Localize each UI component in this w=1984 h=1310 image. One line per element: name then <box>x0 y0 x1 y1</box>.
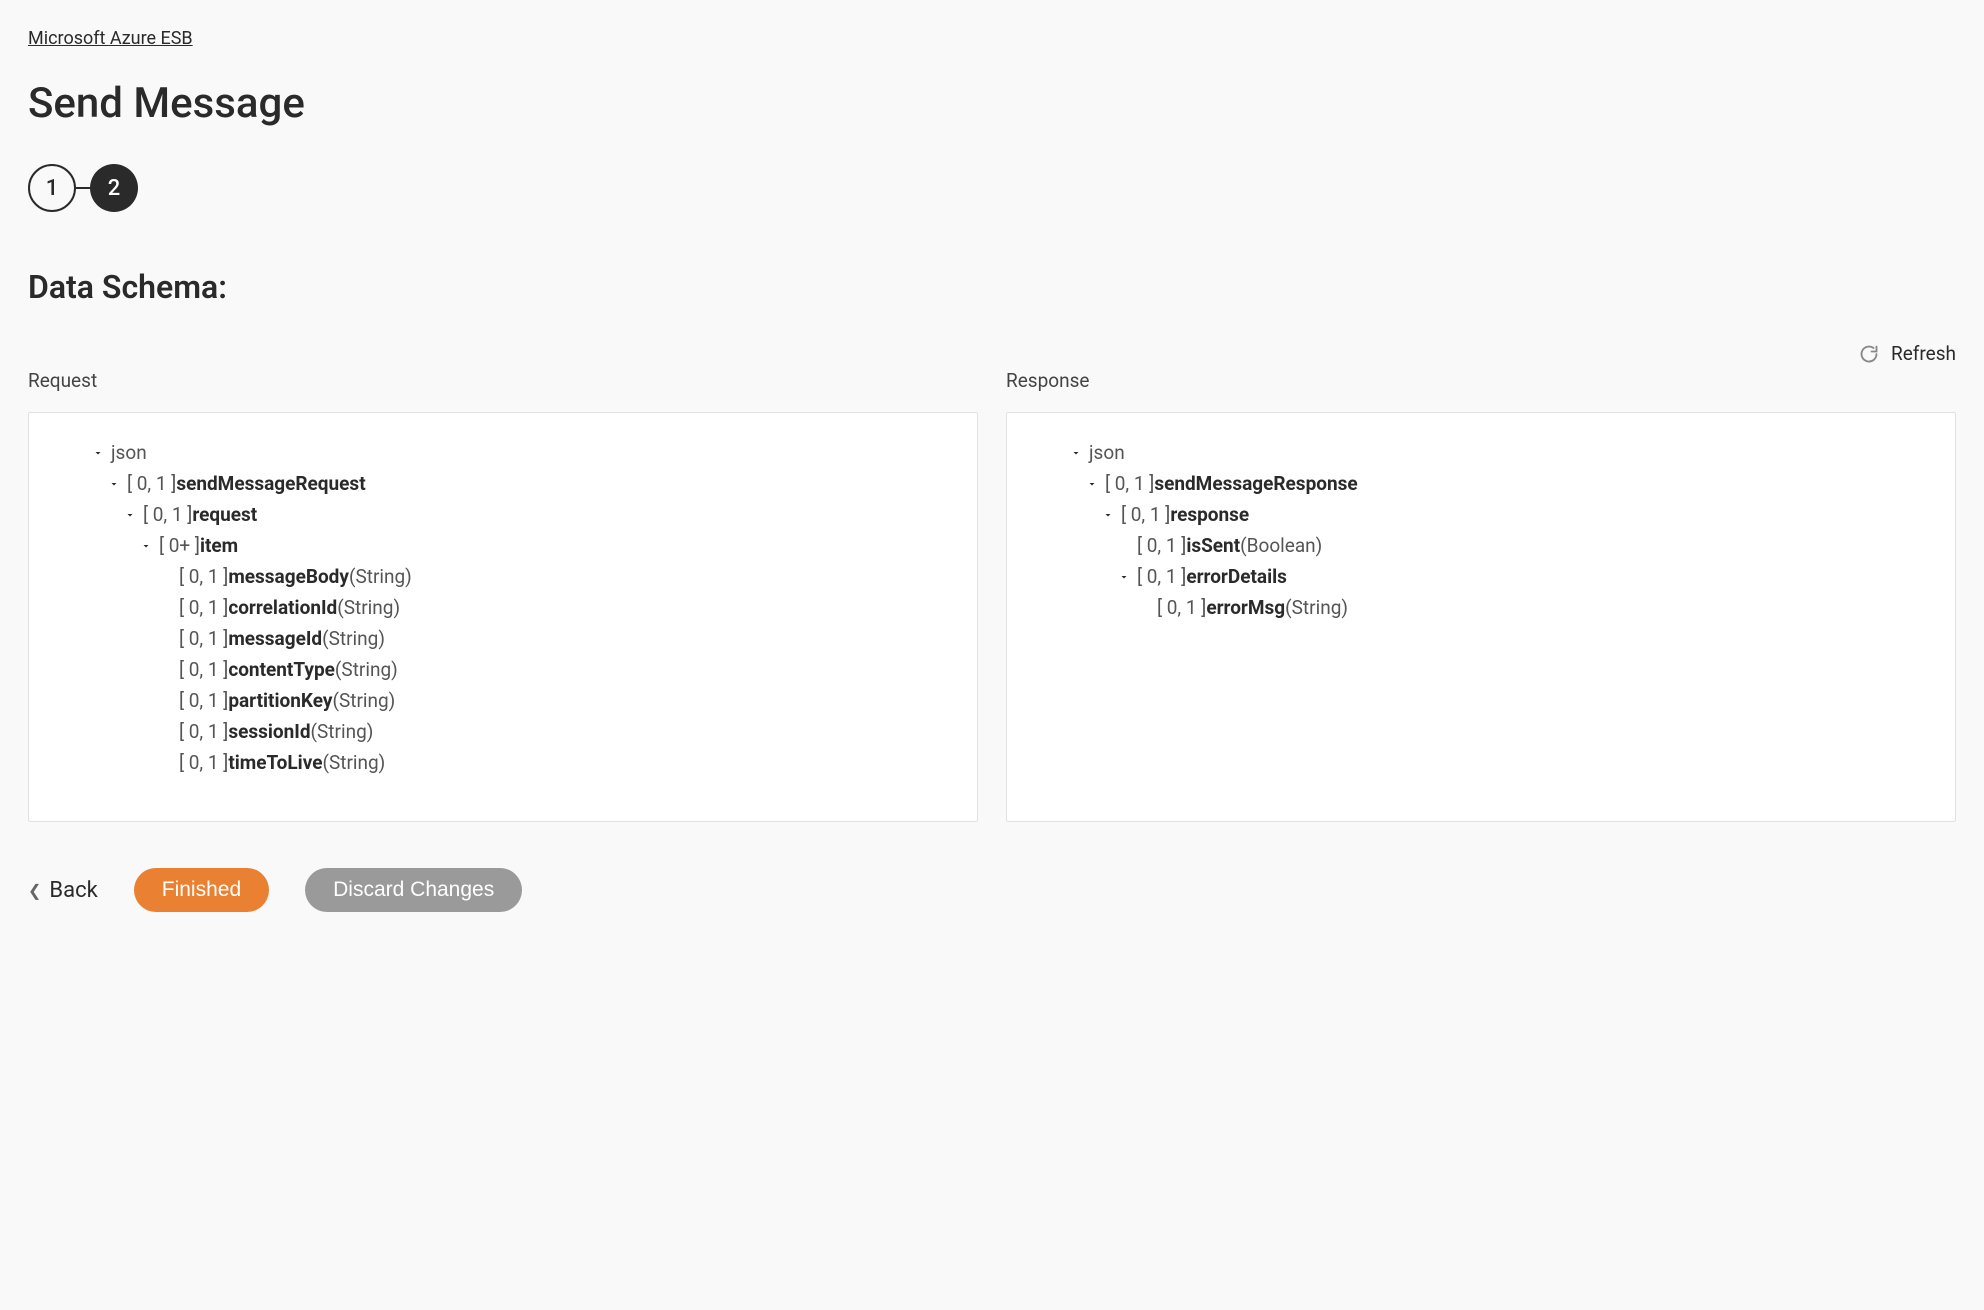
chevron-down-icon[interactable] <box>1067 447 1085 459</box>
cardinality: [ 0, 1 ] <box>179 753 228 772</box>
chevron-down-icon[interactable] <box>105 478 123 490</box>
node-name: item <box>200 536 238 555</box>
node-type: (String) <box>311 722 374 741</box>
request-panel-label: Request <box>28 369 978 392</box>
node-type: (String) <box>337 598 400 617</box>
node-name: errorDetails <box>1186 567 1287 586</box>
finished-button[interactable]: Finished <box>134 868 269 912</box>
chevron-left-icon: ❮ <box>28 881 41 900</box>
node-name: json <box>111 443 147 462</box>
step-connector <box>76 187 90 189</box>
node-type: (String) <box>322 753 385 772</box>
tree-row[interactable]: [ 0, 1 ] sendMessageResponse <box>1007 468 1955 499</box>
tree-row[interactable]: [ 0, 1 ] contentType (String) <box>29 654 977 685</box>
cardinality: [ 0, 1 ] <box>179 722 228 741</box>
node-name: response <box>1170 505 1249 524</box>
tree-row[interactable]: [ 0, 1 ] isSent (Boolean) <box>1007 530 1955 561</box>
node-name: messageId <box>228 629 322 648</box>
cardinality: [ 0, 1 ] <box>179 691 228 710</box>
step-1[interactable]: 1 <box>28 164 76 212</box>
stepper: 1 2 <box>28 164 1956 212</box>
node-type: (String) <box>322 629 385 648</box>
cardinality: [ 0, 1 ] <box>1137 567 1186 586</box>
tree-row[interactable]: [ 0, 1 ] sessionId (String) <box>29 716 977 747</box>
node-name: sendMessageRequest <box>176 474 365 493</box>
chevron-down-icon[interactable] <box>1115 571 1133 583</box>
chevron-down-icon[interactable] <box>121 509 139 521</box>
node-name: errorMsg <box>1206 598 1285 617</box>
node-name: sendMessageResponse <box>1154 474 1357 493</box>
section-heading: Data Schema: <box>28 268 1956 306</box>
back-button[interactable]: ❮ Back <box>28 878 98 903</box>
node-type: (String) <box>1285 598 1348 617</box>
tree-row[interactable]: [ 0, 1 ] request <box>29 499 977 530</box>
request-tree: json[ 0, 1 ] sendMessageRequest[ 0, 1 ] … <box>29 437 977 778</box>
tree-row[interactable]: [ 0, 1 ] messageId (String) <box>29 623 977 654</box>
chevron-down-icon[interactable] <box>1083 478 1101 490</box>
refresh-button[interactable]: Refresh <box>28 342 1956 365</box>
cardinality: [ 0, 1 ] <box>1105 474 1154 493</box>
node-name: contentType <box>228 660 335 679</box>
tree-row[interactable]: [ 0, 1 ] errorMsg (String) <box>1007 592 1955 623</box>
cardinality: [ 0, 1 ] <box>127 474 176 493</box>
discard-button[interactable]: Discard Changes <box>305 868 522 912</box>
tree-row[interactable]: [ 0, 1 ] messageBody (String) <box>29 561 977 592</box>
cardinality: [ 0, 1 ] <box>179 567 228 586</box>
cardinality: [ 0, 1 ] <box>179 629 228 648</box>
request-panel: json[ 0, 1 ] sendMessageRequest[ 0, 1 ] … <box>28 412 978 822</box>
node-name: correlationId <box>228 598 337 617</box>
cardinality: [ 0, 1 ] <box>1137 536 1186 555</box>
cardinality: [ 0, 1 ] <box>179 598 228 617</box>
page-title: Send Message <box>28 79 1956 128</box>
refresh-label: Refresh <box>1891 342 1956 365</box>
response-tree: json[ 0, 1 ] sendMessageResponse[ 0, 1 ]… <box>1007 437 1955 623</box>
tree-row[interactable]: [ 0, 1 ] partitionKey (String) <box>29 685 977 716</box>
refresh-icon <box>1859 344 1879 364</box>
cardinality: [ 0, 1 ] <box>143 505 192 524</box>
node-type: (String) <box>335 660 398 679</box>
breadcrumb-link[interactable]: Microsoft Azure ESB <box>28 28 193 49</box>
cardinality: [ 0+ ] <box>159 536 200 555</box>
node-name: request <box>192 505 257 524</box>
node-type: (String) <box>332 691 395 710</box>
node-name: timeToLive <box>228 753 322 772</box>
tree-row[interactable]: [ 0, 1 ] timeToLive (String) <box>29 747 977 778</box>
chevron-down-icon[interactable] <box>89 447 107 459</box>
response-panel: json[ 0, 1 ] sendMessageResponse[ 0, 1 ]… <box>1006 412 1956 822</box>
cardinality: [ 0, 1 ] <box>179 660 228 679</box>
tree-row[interactable]: [ 0, 1 ] response <box>1007 499 1955 530</box>
node-type: (Boolean) <box>1240 536 1322 555</box>
tree-row[interactable]: [ 0, 1 ] errorDetails <box>1007 561 1955 592</box>
chevron-down-icon[interactable] <box>137 540 155 552</box>
response-panel-label: Response <box>1006 369 1956 392</box>
tree-row[interactable]: json <box>1007 437 1955 468</box>
node-name: partitionKey <box>228 691 332 710</box>
back-label: Back <box>49 878 97 903</box>
node-name: sessionId <box>228 722 310 741</box>
node-name: isSent <box>1186 536 1240 555</box>
node-name: messageBody <box>228 567 349 586</box>
tree-row[interactable]: [ 0, 1 ] sendMessageRequest <box>29 468 977 499</box>
node-name: json <box>1089 443 1125 462</box>
tree-row[interactable]: [ 0, 1 ] correlationId (String) <box>29 592 977 623</box>
step-2[interactable]: 2 <box>90 164 138 212</box>
chevron-down-icon[interactable] <box>1099 509 1117 521</box>
cardinality: [ 0, 1 ] <box>1157 598 1206 617</box>
node-type: (String) <box>349 567 412 586</box>
tree-row[interactable]: json <box>29 437 977 468</box>
cardinality: [ 0, 1 ] <box>1121 505 1170 524</box>
tree-row[interactable]: [ 0+ ] item <box>29 530 977 561</box>
